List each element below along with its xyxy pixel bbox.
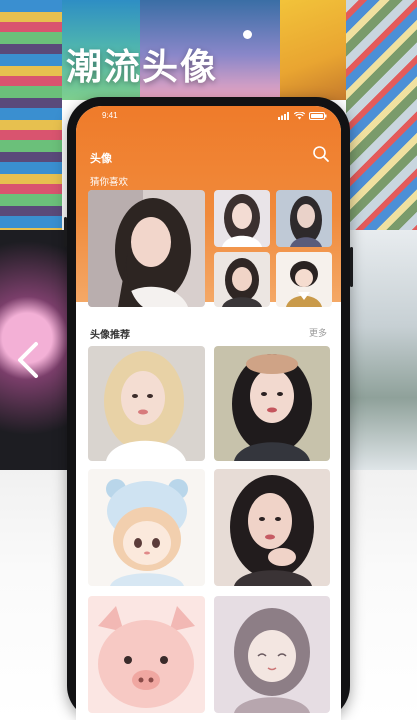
avatar-image [88,190,205,307]
avatar-card[interactable] [88,596,205,713]
app-title: 头像 [90,152,112,165]
phone-mockup: 9:41 头像 猜你喜欢 头像推荐 更多 [64,97,353,720]
avatar-image [214,346,330,461]
status-icons [278,112,327,120]
avatar-image [214,596,330,713]
phone-volume-button [64,217,67,247]
avatar-image [88,346,205,461]
wifi-icon [294,112,305,120]
section-title-guess: 猜你喜欢 [90,177,129,188]
avatar-card[interactable] [214,469,330,586]
avatar-thumbnail[interactable] [214,252,270,307]
battery-icon [309,112,327,120]
collage-photo-yellow-wall [280,0,346,100]
avatar-card[interactable] [214,346,330,461]
collage-photo-sticker-wall [346,0,417,230]
avatar-thumbnail[interactable] [88,190,205,307]
avatar-image [276,190,332,247]
avatar-image [214,190,270,247]
promo-dot [243,30,252,39]
collage-photo-landscape [346,230,417,470]
app-screen: 9:41 头像 猜你喜欢 头像推荐 更多 [76,106,341,720]
status-time: 9:41 [102,111,118,120]
avatar-image [88,469,205,586]
avatar-card[interactable] [214,596,330,713]
avatar-image [276,252,332,307]
more-link[interactable]: 更多 [309,326,327,339]
avatar-image [214,469,330,586]
avatar-image [214,252,270,307]
avatar-card[interactable] [88,346,205,461]
chevron-left-icon[interactable] [12,340,46,380]
promo-title: 潮流头像 [66,47,219,88]
search-icon[interactable] [311,144,331,164]
section-title-recommended: 头像推荐 [90,330,130,341]
avatar-thumbnail[interactable] [276,190,332,247]
collage-photo-stairs [0,0,62,230]
avatar-card[interactable] [88,469,205,586]
avatar-thumbnail[interactable] [214,190,270,247]
status-bar: 9:41 [76,106,341,128]
avatar-thumbnail[interactable] [276,252,332,307]
avatar-image [88,596,205,713]
signal-icon [278,112,289,120]
phone-power-button [350,247,353,287]
